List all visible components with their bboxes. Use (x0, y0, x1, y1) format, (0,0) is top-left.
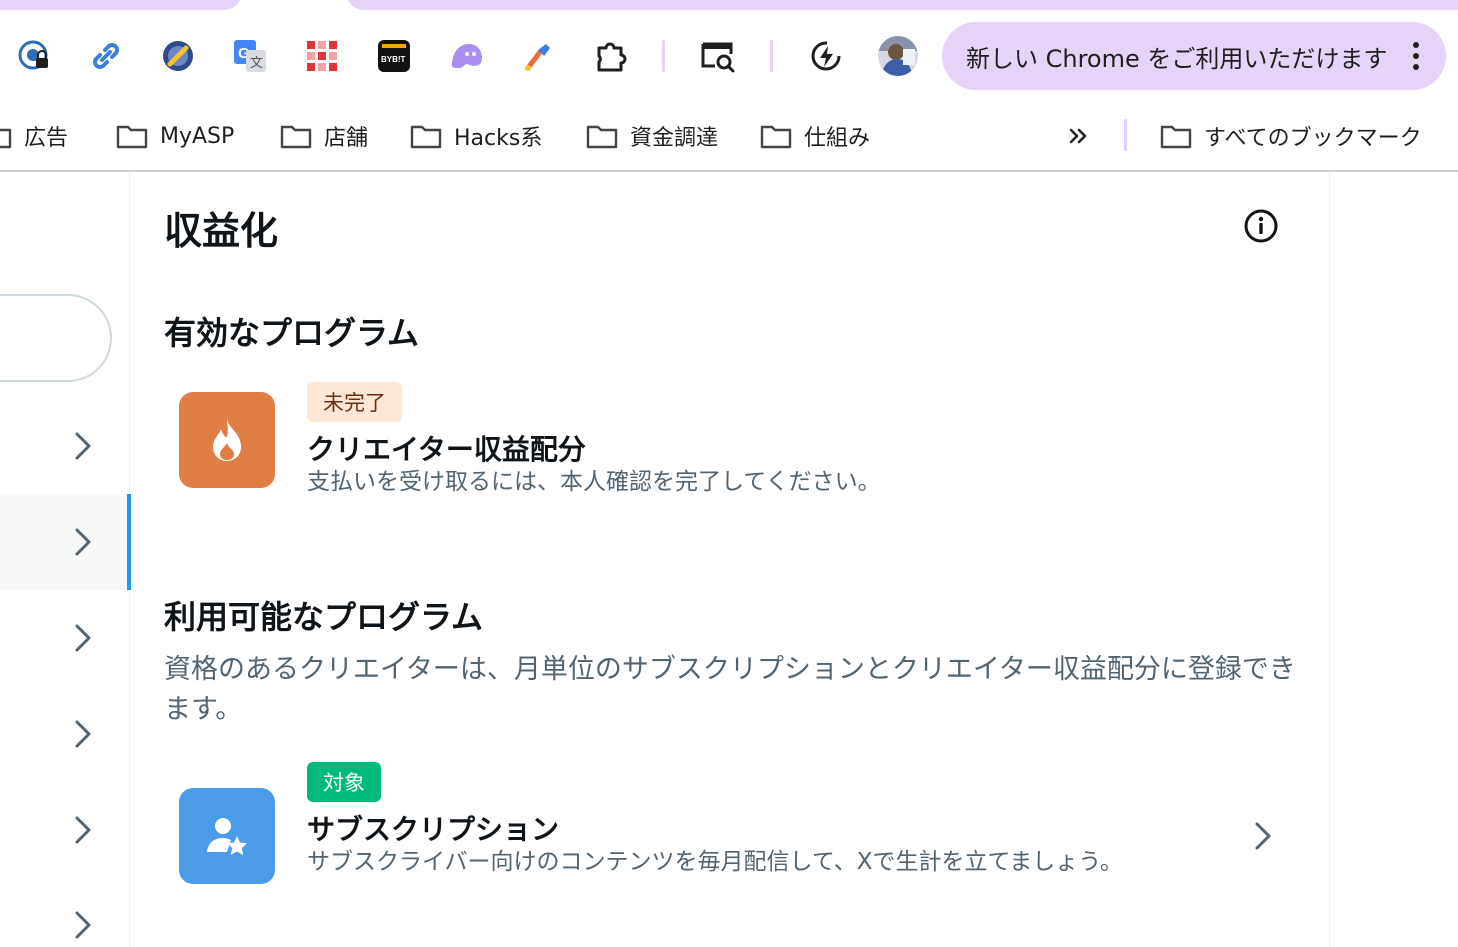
grid-icon[interactable] (302, 36, 342, 76)
lightning-icon[interactable] (806, 36, 846, 76)
monetization-panel: 収益化 有効なプログラム 未完了 クリエイター収益配分 支払いを受け取るには、本… (131, 172, 1330, 947)
settings-nav-item[interactable] (0, 782, 130, 878)
all-bookmarks-label: すべてのブックマーク (1204, 126, 1422, 151)
status-badge-eligible: 対象 (307, 762, 381, 802)
program-name: サブスクリプション (307, 813, 560, 846)
settings-nav-item[interactable] (0, 590, 130, 686)
available-programs-heading: 利用可能なプログラム (164, 598, 484, 636)
subscriber-star-icon (179, 788, 275, 884)
color-picker-icon[interactable] (518, 36, 558, 76)
active-programs-heading: 有効なプログラム (164, 314, 420, 352)
bookmark-label: 広告 (24, 126, 69, 151)
bookmark-label: 仕組み (804, 126, 871, 151)
toolbar-separator (770, 40, 773, 72)
bookmark-label: MyASP (160, 123, 235, 149)
status-badge-incomplete: 未完了 (307, 382, 402, 422)
kebab-menu-icon[interactable] (1404, 40, 1428, 72)
bookmark-folder-ads[interactable]: 広告 (0, 120, 68, 152)
bookmarks-separator (1124, 119, 1127, 151)
folder-icon (410, 125, 442, 149)
chevron-right-icon (75, 432, 91, 460)
folder-icon (0, 128, 12, 149)
toolbar-separator (662, 40, 665, 72)
folder-icon (116, 125, 148, 149)
folder-icon (760, 125, 792, 149)
program-name: クリエイター収益配分 (307, 433, 586, 466)
folder-icon (280, 125, 312, 149)
tab[interactable] (0, 0, 242, 10)
available-programs-description: 資格のあるクリエイターは、月単位のサブスクリプションとクリエイター収益配分に登録… (164, 654, 1296, 725)
program-description: サブスクライバー向けのコンテンツを毎月配信して、Xで生計を立てましょう。 (307, 849, 1123, 875)
chevron-right-icon (75, 911, 91, 939)
bybit-label: BYB!T (381, 55, 406, 64)
all-bookmarks-button[interactable]: すべてのブックマーク (1160, 120, 1422, 152)
extensions-puzzle-icon[interactable] (590, 36, 630, 76)
bookmark-folder-store[interactable]: 店舗 (280, 120, 368, 152)
bookmark-folder-funding[interactable]: 資金調達 (586, 120, 718, 152)
chrome-update-button[interactable]: 新しい Chrome をご利用いただけます (942, 22, 1446, 90)
settings-nav-item[interactable] (0, 878, 130, 947)
settings-nav-item-active[interactable] (0, 494, 131, 590)
panel-right-border (1329, 172, 1330, 947)
ghost-icon[interactable] (446, 36, 486, 76)
bookmarks-bar: 広告 MyASP 店舗 Hacks系 資金調達 仕組み すべてのブックマーク (0, 100, 1458, 170)
page-search-icon[interactable] (698, 36, 738, 76)
bookmark-label: 資金調達 (630, 126, 719, 151)
bookmarks-overflow-icon[interactable] (1066, 120, 1092, 152)
program-description: 支払いを受け取るには、本人確認を完了してください。 (307, 469, 881, 495)
tab-strip (0, 0, 1458, 12)
bookmark-folder-system[interactable]: 仕組み (760, 120, 870, 152)
bybit-icon[interactable]: BYB!T (374, 36, 414, 76)
settings-nav (0, 172, 131, 947)
password-lock-icon[interactable] (14, 36, 54, 76)
page-title: 収益化 (164, 209, 279, 253)
chevron-right-icon[interactable] (1251, 820, 1275, 852)
settings-nav-item[interactable] (0, 398, 130, 494)
flame-icon (179, 392, 275, 488)
bookmark-folder-hacks[interactable]: Hacks系 (410, 120, 542, 152)
chevron-right-icon (75, 720, 91, 748)
folder-icon (1160, 125, 1192, 149)
bookmark-folder-myasp[interactable]: MyASP (116, 120, 234, 152)
google-translate-icon[interactable]: G文 (230, 36, 270, 76)
chevron-right-icon (75, 624, 91, 652)
tab-active[interactable] (346, 0, 1458, 10)
profile-avatar[interactable] (876, 34, 920, 78)
folder-icon (586, 125, 618, 149)
settings-search-input[interactable] (0, 294, 112, 382)
svg-text:文: 文 (250, 56, 263, 71)
tag-globe-icon[interactable] (158, 36, 198, 76)
update-banner-text: 新しい Chrome をご利用いただけます (966, 44, 1388, 73)
settings-nav-item[interactable] (0, 686, 130, 782)
bookmark-label: 店舗 (324, 126, 369, 151)
chevron-right-icon (75, 528, 91, 556)
bookmark-label: Hacks系 (454, 126, 543, 151)
info-icon[interactable] (1241, 206, 1281, 246)
link-icon[interactable] (86, 36, 126, 76)
chevron-right-icon (75, 816, 91, 844)
